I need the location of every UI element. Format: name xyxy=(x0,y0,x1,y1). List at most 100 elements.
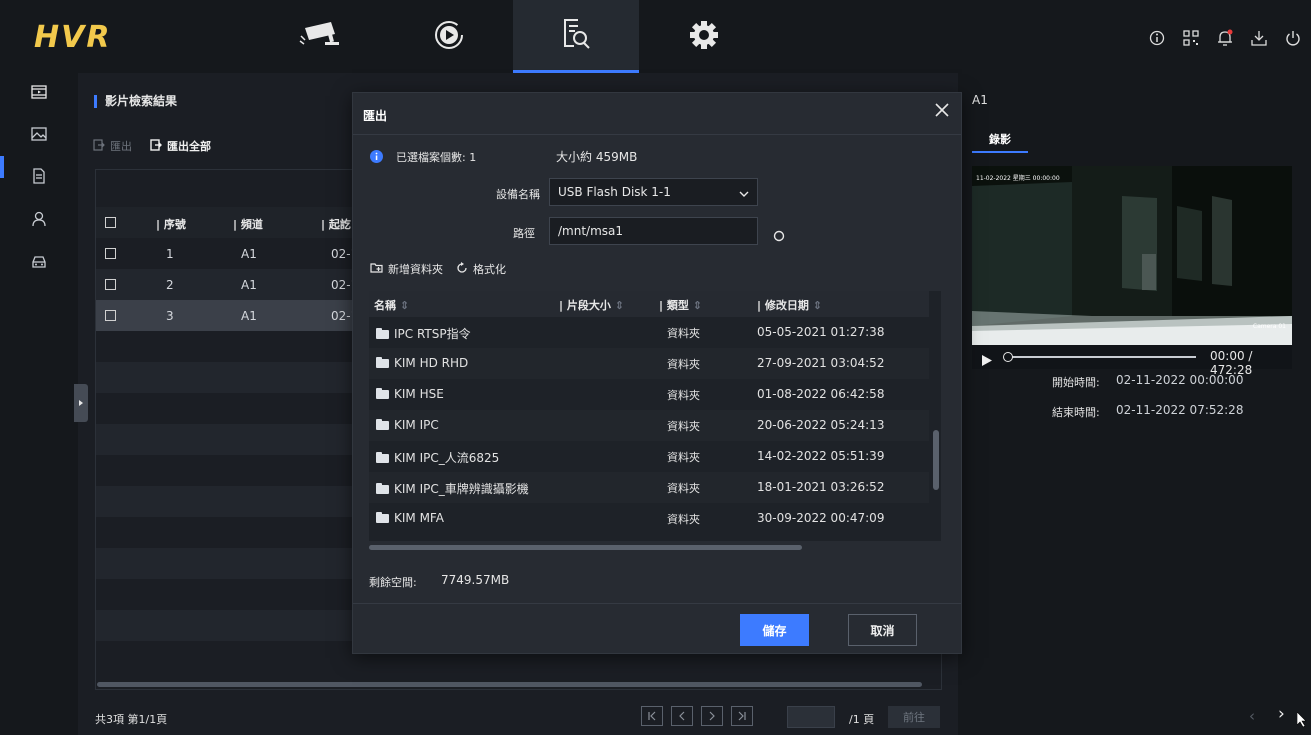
end-time-label: 結束時間: xyxy=(1052,406,1100,419)
file-row[interactable]: KIM IPC 資料夾 20-06-2022 05:24:13 xyxy=(369,410,929,441)
close-icon[interactable] xyxy=(933,101,951,119)
path-input[interactable]: /mnt/msa1 xyxy=(549,217,758,245)
file-name: KIM IPC_車牌辨識攝影機 xyxy=(394,482,529,496)
new-folder-button[interactable]: 新增資料夾 xyxy=(370,261,443,277)
download-icon[interactable] xyxy=(1249,28,1269,48)
row-channel: A1 xyxy=(241,278,257,292)
folder-icon xyxy=(376,328,389,339)
nav-tab-settings[interactable] xyxy=(641,0,767,73)
file-table-horizontal-scrollbar[interactable] xyxy=(369,545,802,550)
row-checkbox[interactable] xyxy=(105,279,116,290)
file-row[interactable]: IPC RTSP指令 資料夾 05-05-2021 01:27:38 xyxy=(369,317,929,348)
top-icon-group xyxy=(1147,28,1303,48)
file-modified: 01-08-2022 06:42:58 xyxy=(757,387,885,401)
dialog-footer-divider xyxy=(353,603,961,604)
folder-icon xyxy=(376,357,389,368)
free-space-value: 7749.57MB xyxy=(441,573,510,587)
save-button[interactable]: 儲存 xyxy=(740,614,809,646)
file-search-icon xyxy=(561,17,591,53)
file-type: 資料夾 xyxy=(667,482,700,495)
info-icon xyxy=(370,148,383,167)
power-icon[interactable] xyxy=(1283,28,1303,48)
last-page-button[interactable] xyxy=(731,706,753,726)
first-page-button[interactable] xyxy=(641,706,663,726)
select-all-checkbox[interactable] xyxy=(105,217,116,228)
left-nav-video-file[interactable] xyxy=(27,82,51,106)
pagination-summary: 共3項 第1/1頁 xyxy=(95,713,168,726)
export-icon xyxy=(93,138,105,154)
new-folder-label: 新增資料夾 xyxy=(388,263,443,276)
file-modified: 20-06-2022 05:24:13 xyxy=(757,418,885,432)
column-header-name: 名稱 ⇕ xyxy=(374,299,410,312)
panel-collapse-handle[interactable] xyxy=(74,384,88,422)
tab-recording[interactable]: 錄影 xyxy=(972,131,1028,153)
row-checkbox[interactable] xyxy=(105,248,116,259)
play-icon[interactable] xyxy=(982,351,992,370)
device-select[interactable]: USB Flash Disk 1-1 xyxy=(549,178,758,206)
prev-item-button[interactable]: ‹ xyxy=(1249,707,1255,725)
row-number: 1 xyxy=(166,247,174,261)
cancel-button[interactable]: 取消 xyxy=(848,614,917,646)
folder-icon xyxy=(376,512,389,523)
nav-tab-live-view[interactable] xyxy=(258,0,384,73)
left-nav-document[interactable] xyxy=(27,166,51,190)
seek-track[interactable] xyxy=(1008,356,1196,358)
refresh-icon[interactable] xyxy=(773,227,785,246)
next-item-button[interactable]: › xyxy=(1278,704,1285,724)
export-all-icon xyxy=(150,138,162,154)
start-time-label: 開始時間: xyxy=(1052,376,1100,389)
folder-icon xyxy=(376,452,389,463)
file-name: KIM HSE xyxy=(394,387,444,401)
prev-page-button[interactable] xyxy=(671,706,693,726)
folder-icon xyxy=(376,419,389,430)
file-modified: 27-09-2021 03:04:52 xyxy=(757,356,885,370)
info-icon[interactable] xyxy=(1147,28,1167,48)
file-table-vertical-scrollbar[interactable] xyxy=(933,430,939,490)
new-folder-icon xyxy=(370,262,383,276)
app-logo: HVR xyxy=(34,20,112,55)
file-row[interactable]: KIM HD RHD 資料夾 27-09-2021 03:04:52 xyxy=(369,348,929,379)
left-nav-image[interactable] xyxy=(27,124,51,148)
file-row[interactable]: KIM IPC_車牌辨識攝影機 資料夾 18-01-2021 03:26:52 xyxy=(369,472,929,503)
row-checkbox[interactable] xyxy=(105,310,116,321)
qr-icon[interactable] xyxy=(1181,28,1201,48)
end-time-value: 02-11-2022 07:52:28 xyxy=(1116,403,1244,417)
table-horizontal-scrollbar[interactable] xyxy=(97,682,922,687)
video-preview[interactable]: 11-02-2022 星期三 00:00:00 Camera 01 xyxy=(972,166,1292,345)
column-header-modified: | 修改日期 ⇕ xyxy=(757,299,822,312)
path-input-value: /mnt/msa1 xyxy=(558,224,624,238)
column-header-channel: | 頻道 xyxy=(233,218,263,231)
nav-tab-file-search[interactable] xyxy=(513,0,639,73)
go-page-button[interactable]: 前往 xyxy=(888,706,940,728)
selected-files-count: 已選檔案個數: 1 xyxy=(396,151,477,164)
left-nav-vehicle[interactable] xyxy=(27,252,51,276)
dialog-divider xyxy=(353,134,961,135)
export-all-button[interactable]: 匯出全部 xyxy=(150,138,211,154)
file-type: 資料夾 xyxy=(667,327,700,340)
bell-icon[interactable] xyxy=(1215,28,1235,48)
video-osd-time: 11-02-2022 星期三 00:00:00 xyxy=(976,175,1060,182)
file-row[interactable]: KIM HSE 資料夾 01-08-2022 06:42:58 xyxy=(369,379,929,410)
page-total: /1 頁 xyxy=(849,713,875,726)
format-button[interactable]: 格式化 xyxy=(456,261,506,277)
export-button[interactable]: 匯出 xyxy=(93,138,132,154)
camera-icon xyxy=(299,20,343,54)
nav-tab-playback[interactable] xyxy=(386,0,512,73)
pagination-buttons xyxy=(641,706,753,726)
left-nav-person[interactable] xyxy=(27,209,51,233)
next-page-button[interactable] xyxy=(701,706,723,726)
file-modified: 30-09-2022 00:47:09 xyxy=(757,511,885,525)
file-row[interactable]: KIM MFA 資料夾 30-09-2022 00:47:09 xyxy=(369,503,929,534)
col-modified-label: 修改日期 xyxy=(764,299,809,312)
seek-handle[interactable] xyxy=(1003,352,1013,362)
format-label: 格式化 xyxy=(473,263,506,276)
size-estimate: 大小約 459MB xyxy=(556,150,638,164)
export-all-label: 匯出全部 xyxy=(167,140,211,153)
file-row[interactable]: KIM IPC_人流6825 資料夾 14-02-2022 05:51:39 xyxy=(369,441,929,472)
file-table: 名稱 ⇕ | 片段大小 ⇕ | 類型 ⇕ | 修改日期 ⇕ IPC RTSP指令… xyxy=(369,291,941,541)
column-time-label: 起訖 xyxy=(328,218,351,231)
page-number-input[interactable] xyxy=(787,706,835,728)
device-select-value: USB Flash Disk 1-1 xyxy=(558,185,671,199)
row-channel: A1 xyxy=(241,247,257,261)
start-time-value: 02-11-2022 00:00:00 xyxy=(1116,373,1244,387)
